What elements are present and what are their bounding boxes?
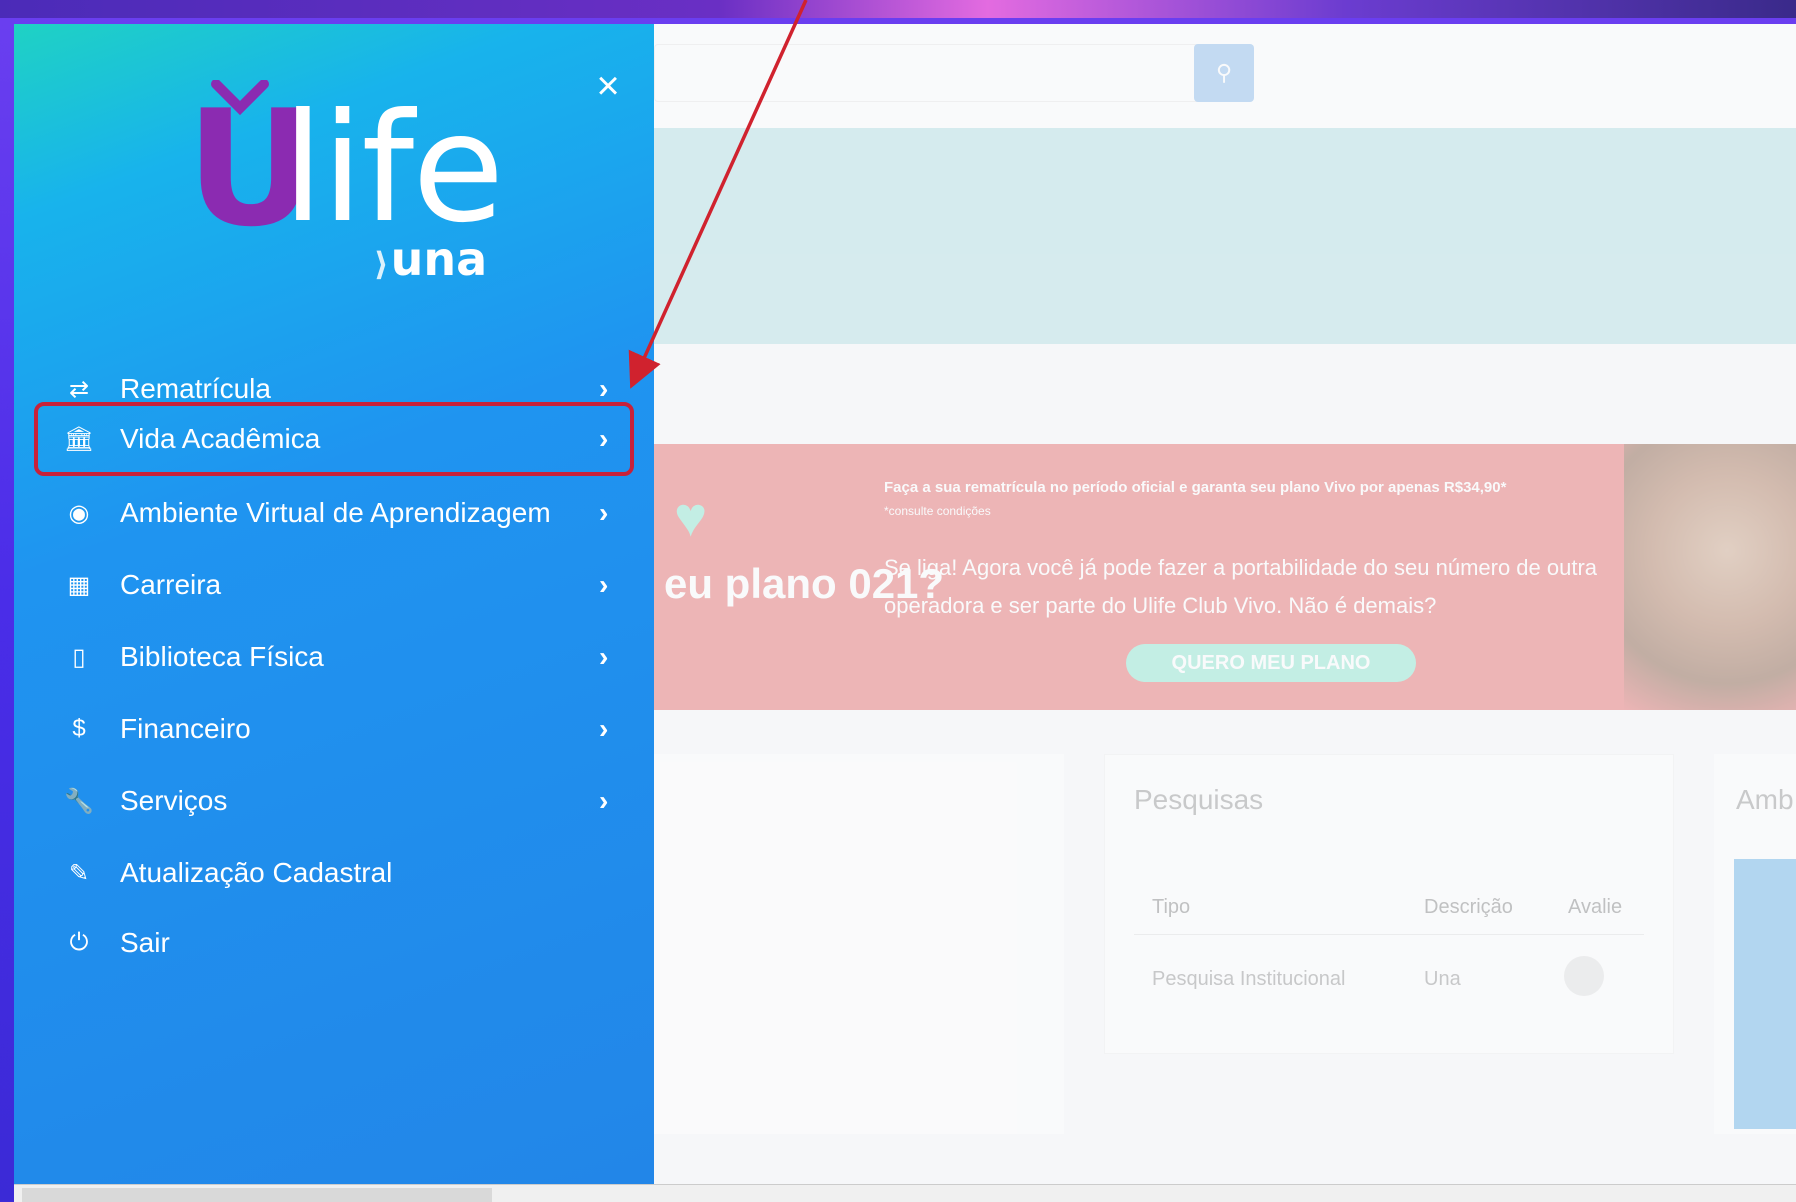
annotation-arrow [628,0,808,389]
